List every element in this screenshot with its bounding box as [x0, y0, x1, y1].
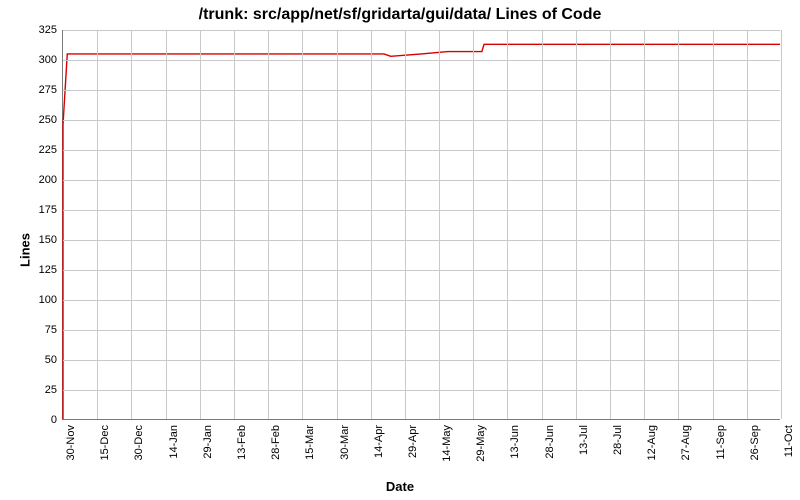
x-tick-label: 14-Jan [168, 425, 180, 459]
plot-area: 025507510012515017520022525027530032530-… [62, 30, 780, 420]
grid-line-v [131, 30, 132, 419]
y-tick-label: 300 [39, 54, 63, 66]
y-tick-label: 225 [39, 144, 63, 156]
grid-line-h [63, 60, 780, 61]
y-tick-label: 275 [39, 84, 63, 96]
y-tick-label: 325 [39, 24, 63, 36]
grid-line-h [63, 150, 780, 151]
grid-line-v [97, 30, 98, 419]
grid-line-v [781, 30, 782, 419]
x-tick-label: 11-Sep [715, 425, 727, 460]
x-tick-label: 30-Nov [65, 425, 77, 460]
x-tick-label: 11-Oct [783, 425, 795, 457]
grid-line-v [473, 30, 474, 419]
grid-line-v [576, 30, 577, 419]
grid-line-h [63, 240, 780, 241]
x-tick-label: 29-Apr [407, 425, 419, 458]
grid-line-h [63, 390, 780, 391]
loc-line [63, 44, 780, 419]
x-tick-label: 14-Apr [373, 425, 385, 458]
grid-line-v [234, 30, 235, 419]
grid-line-h [63, 90, 780, 91]
x-tick-label: 15-Mar [304, 425, 316, 460]
y-tick-label: 0 [51, 414, 63, 426]
x-tick-label: 13-Jul [578, 425, 590, 455]
grid-line-v [610, 30, 611, 419]
grid-line-h [63, 180, 780, 181]
x-tick-label: 26-Sep [749, 425, 761, 460]
grid-line-h [63, 270, 780, 271]
x-tick-label: 14-May [441, 425, 453, 462]
x-tick-label: 28-Feb [270, 425, 282, 460]
grid-line-h [63, 210, 780, 211]
x-tick-label: 29-May [475, 425, 487, 462]
x-axis-label: Date [0, 479, 800, 494]
grid-line-h [63, 360, 780, 361]
grid-line-v [507, 30, 508, 419]
grid-line-v [200, 30, 201, 419]
grid-line-h [63, 30, 780, 31]
grid-line-v [166, 30, 167, 419]
grid-line-h [63, 300, 780, 301]
grid-line-v [439, 30, 440, 419]
x-tick-label: 12-Aug [646, 425, 658, 460]
chart-title: /trunk: src/app/net/sf/gridarta/gui/data… [0, 6, 800, 24]
y-tick-label: 125 [39, 264, 63, 276]
chart-container: /trunk: src/app/net/sf/gridarta/gui/data… [0, 0, 800, 500]
grid-line-v [302, 30, 303, 419]
y-tick-label: 250 [39, 114, 63, 126]
x-tick-label: 28-Jun [544, 425, 556, 459]
x-tick-label: 28-Jul [612, 425, 624, 455]
grid-line-v [713, 30, 714, 419]
grid-line-v [268, 30, 269, 419]
x-tick-label: 13-Jun [509, 425, 521, 459]
x-tick-label: 30-Mar [339, 425, 351, 460]
y-axis-label: Lines [17, 233, 32, 267]
grid-line-v [747, 30, 748, 419]
y-tick-label: 50 [45, 354, 63, 366]
y-tick-label: 75 [45, 324, 63, 336]
x-tick-label: 13-Feb [236, 425, 248, 460]
grid-line-h [63, 330, 780, 331]
grid-line-h [63, 120, 780, 121]
y-tick-label: 200 [39, 174, 63, 186]
grid-line-v [371, 30, 372, 419]
y-tick-label: 25 [45, 384, 63, 396]
y-tick-label: 175 [39, 204, 63, 216]
grid-line-v [542, 30, 543, 419]
x-tick-label: 29-Jan [202, 425, 214, 459]
grid-line-v [678, 30, 679, 419]
grid-line-v [644, 30, 645, 419]
x-tick-label: 15-Dec [99, 425, 111, 460]
x-tick-label: 27-Aug [680, 425, 692, 460]
grid-line-v [337, 30, 338, 419]
y-tick-label: 100 [39, 294, 63, 306]
x-tick-label: 30-Dec [133, 425, 145, 460]
y-tick-label: 150 [39, 234, 63, 246]
grid-line-v [405, 30, 406, 419]
